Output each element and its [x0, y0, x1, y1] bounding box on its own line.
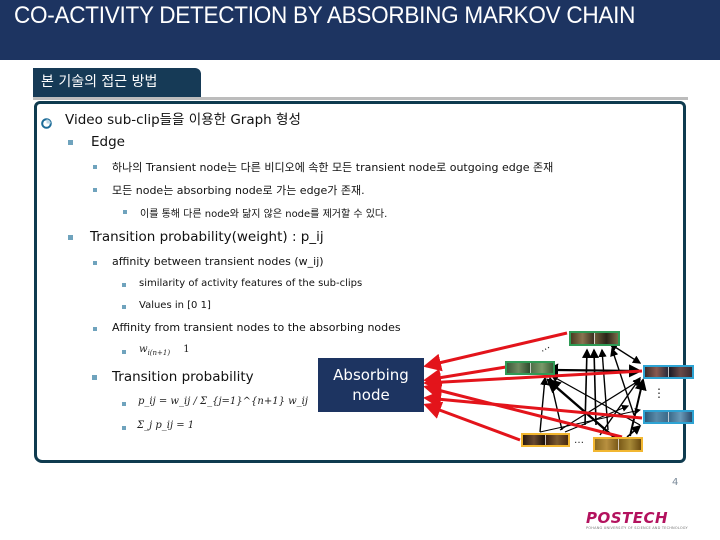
square-bullet-icon: [93, 327, 97, 331]
square-bullet-icon: [122, 350, 126, 354]
square-bullet-icon: [123, 210, 127, 214]
square-bullet-icon: [68, 140, 73, 145]
transient-node-blue-bottom: [643, 410, 694, 424]
affinity-transient-text: affinity between transient nodes (w_ij): [112, 255, 324, 268]
tab-divider: [33, 97, 688, 100]
postech-logo: POSTECH POHANG UNIVERSITY OF SCIENCE AND…: [586, 511, 690, 533]
main-bullet-text: Video sub-clip들을 이용한 Graph 형성: [65, 112, 301, 128]
transition-probability-heading: Transition probability: [112, 369, 254, 385]
transition-formula-2: Σ_j p_ij = 1: [137, 420, 195, 431]
video-frame: [668, 412, 692, 422]
ellipsis-right: ⋮: [653, 386, 665, 400]
slide-title: CO-ACTIVITY DETECTION BY ABSORBING MARKO…: [14, 2, 636, 29]
square-bullet-icon: [122, 305, 126, 309]
square-bullet-icon: [93, 261, 97, 265]
square-bullet-icon: [93, 165, 97, 169]
edge-sub-item-1: 이를 통해 다른 node와 닮지 않은 node를 제거할 수 있다.: [140, 209, 388, 220]
affinity-absorbing-text: Affinity from transient nodes to the abs…: [112, 321, 401, 334]
video-frame: [645, 412, 668, 422]
title-bar: CO-ACTIVITY DETECTION BY ABSORBING MARKO…: [0, 0, 720, 60]
square-bullet-icon: [122, 426, 126, 430]
edge-item-2: 모든 node는 absorbing node로 가는 edge가 존재.: [112, 184, 365, 197]
logo-subtext: POHANG UNIVERSITY OF SCIENCE AND TECHNOL…: [586, 526, 688, 530]
video-frame: [594, 333, 618, 344]
page-number: 4: [672, 477, 679, 488]
video-frame: [595, 439, 618, 450]
edge-heading: Edge: [91, 134, 125, 150]
transition-weight-heading: Transition probability(weight) : p_ij: [90, 229, 324, 245]
video-frame: [668, 367, 692, 377]
square-bullet-icon: [92, 375, 97, 380]
affinity-sub-item-1: similarity of activity features of the s…: [139, 278, 363, 289]
transient-node-green-top: [569, 331, 620, 346]
square-bullet-icon: [122, 402, 126, 406]
video-frame: [529, 363, 553, 373]
video-frame: [645, 367, 668, 377]
absorbing-weight-formula: wi(n+1) 1: [139, 344, 190, 357]
video-frame: [523, 435, 545, 445]
transition-formula-1: p_ij = w_ij / Σ_{j=1}^{n+1} w_ij: [138, 396, 308, 407]
transient-node-yellow-left: [521, 433, 570, 447]
transient-node-yellow-right: [593, 437, 643, 452]
logo-text: POSTECH: [586, 509, 669, 527]
video-frame: [617, 439, 641, 450]
square-bullet-icon: [93, 188, 97, 192]
video-frame: [545, 435, 568, 445]
square-bullet-icon: [122, 283, 126, 287]
transient-node-green-left: [505, 361, 555, 375]
affinity-sub-item-2: Values in [0 1]: [139, 300, 211, 311]
section-tab: 본 기술의 접근 방법: [33, 68, 201, 97]
transient-node-blue-top: [643, 365, 694, 379]
square-bullet-icon: [68, 235, 73, 240]
edge-item-1: 하나의 Transient node는 다른 비디오에 속한 모든 transi…: [112, 161, 554, 174]
video-frame: [571, 333, 594, 344]
absorbing-node: Absorbing node: [318, 358, 424, 412]
circle-arrow-bullet-icon: [41, 114, 52, 133]
video-frame: [507, 363, 530, 373]
ellipsis-bottom: …: [574, 435, 584, 446]
